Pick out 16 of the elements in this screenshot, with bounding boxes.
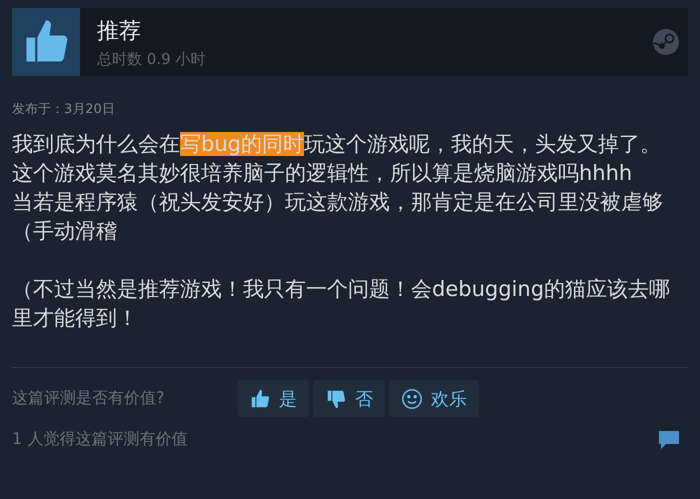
funny-button[interactable]: 欢乐	[389, 380, 479, 417]
posted-date: 发布于：3月20日	[12, 101, 116, 118]
steam-logo-icon	[652, 28, 680, 56]
yes-button[interactable]: 是	[237, 380, 309, 417]
helpful-count: 1 人觉得这篇评测有价值	[12, 429, 188, 450]
comment-icon	[658, 430, 680, 450]
verdict-title: 推荐	[97, 18, 142, 46]
no-button[interactable]: 否	[313, 380, 385, 417]
smiley-icon	[401, 388, 423, 410]
review-paragraph: 当若是程序猿（祝头发安好）玩这款游戏，那肯定是在公司里没被虐够（手动滑稽	[12, 189, 664, 245]
helpful-question: 这篇评测是否有价值?	[12, 388, 166, 409]
review-paragraph: 我到底为什么会在写bug的同时玩这个游戏呢，我的天，头发又掉了。	[12, 131, 662, 158]
playtime-text: 总时数 0.9 小时	[97, 50, 206, 68]
review-paragraph: 这个游戏莫名其妙很培养脑子的逻辑性，所以算是烧脑游戏吗hhhh	[12, 160, 634, 187]
thumbs-up-icon	[249, 388, 271, 410]
review-paragraph: （不过当然是推荐游戏！我只有一个问题！会debugging的猫应该去哪里才能得到！	[12, 276, 672, 332]
